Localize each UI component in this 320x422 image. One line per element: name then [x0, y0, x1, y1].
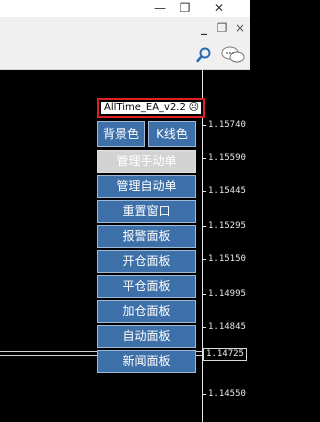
search-icon[interactable] [195, 46, 213, 64]
price-tick [202, 327, 206, 328]
chart-window-controls: _ ❐ × [0, 17, 250, 41]
price-tick [202, 158, 206, 159]
manage-auto-orders-button[interactable]: 管理自动单 [97, 175, 196, 198]
price-label: 1.15150 [208, 254, 246, 264]
tool-icon-row [0, 41, 250, 70]
close-icon[interactable]: ✕ [209, 0, 229, 17]
price-tick [202, 394, 206, 395]
ea-title: AllTime_EA_v2.2 [104, 102, 186, 113]
price-tick [202, 125, 206, 126]
chart-close-button[interactable]: × [232, 19, 248, 37]
price-label: 1.15590 [208, 153, 246, 163]
add-position-panel-button[interactable]: 加仓面板 [97, 300, 196, 323]
price-tick [202, 294, 206, 295]
frown-icon: ☹ [188, 102, 199, 113]
price-tick [202, 191, 206, 192]
chart-restore-button[interactable]: ❐ [214, 19, 230, 37]
auto-panel-button[interactable]: 自动面板 [97, 325, 196, 348]
price-tick [202, 259, 206, 260]
price-tick [202, 226, 206, 227]
background-color-button[interactable]: 背景色 [97, 121, 145, 147]
alert-panel-button[interactable]: 报警面板 [97, 225, 196, 248]
minimize-icon[interactable]: — [150, 0, 170, 17]
open-position-panel-button[interactable]: 开仓面板 [97, 250, 196, 273]
price-label: 1.14995 [208, 289, 246, 299]
price-label: 1.14550 [208, 389, 246, 399]
current-price-label: 1.14725 [203, 348, 247, 361]
manage-manual-orders-button[interactable]: 管理手动单 [97, 150, 196, 173]
restore-icon[interactable]: ❐ [175, 0, 195, 17]
ea-title-bar[interactable]: AllTime_EA_v2.2 ☹ [101, 102, 201, 114]
price-label: 1.14845 [208, 322, 246, 332]
candle-color-button[interactable]: K线色 [148, 121, 196, 147]
chat-icon[interactable] [220, 45, 246, 65]
news-panel-button[interactable]: 新闻面板 [97, 350, 196, 373]
price-label: 1.15740 [208, 120, 246, 130]
window-titlebar: — ❐ ✕ [0, 0, 250, 17]
price-scale-axis [202, 70, 203, 422]
ea-title-highlight: AllTime_EA_v2.2 ☹ [97, 98, 205, 118]
close-position-panel-button[interactable]: 平仓面板 [97, 275, 196, 298]
price-label: 1.15445 [208, 186, 246, 196]
price-label: 1.15295 [208, 221, 246, 231]
reset-window-button[interactable]: 重置窗口 [97, 200, 196, 223]
chart-minimize-button[interactable]: _ [196, 19, 212, 37]
